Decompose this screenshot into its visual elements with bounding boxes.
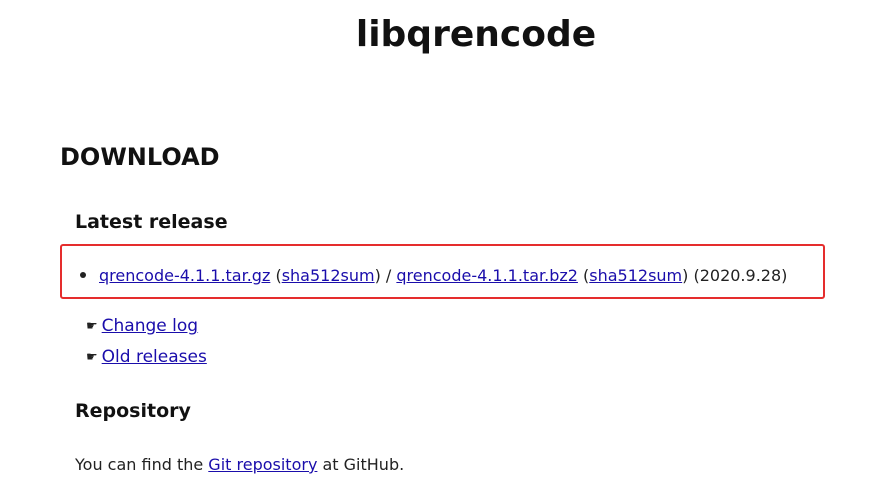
changelog-item: ☛ Change log <box>86 316 198 336</box>
download-heading: DOWNLOAD <box>60 143 220 171</box>
page: libqrencode DOWNLOAD Latest release qren… <box>0 0 870 487</box>
pointing-hand-icon: ☛ <box>86 350 98 365</box>
release-date: ) (2020.9.28) <box>682 266 788 285</box>
changelog-link[interactable]: Change log <box>102 316 198 336</box>
latest-release-heading: Latest release <box>75 211 228 233</box>
old-releases-item: ☛ Old releases <box>86 347 207 367</box>
download-tar-gz-link[interactable]: qrencode-4.1.1.tar.gz <box>99 266 270 285</box>
pointing-hand-icon: ☛ <box>86 319 98 334</box>
old-releases-link[interactable]: Old releases <box>102 347 207 367</box>
paren-open-2: ( <box>577 266 590 285</box>
repository-heading: Repository <box>75 400 191 422</box>
paren-open-1: ( <box>270 266 282 285</box>
latest-release-item: qrencode-4.1.1.tar.gz (sha512sum) / qren… <box>80 266 787 285</box>
sha512sum-bz2-link[interactable]: sha512sum <box>589 266 682 285</box>
repo-text-after: at GitHub. <box>317 455 405 474</box>
site-title: libqrencode <box>355 14 597 55</box>
bullet-icon <box>80 271 86 278</box>
separator-text: ) / <box>374 266 397 285</box>
repo-text-before: You can find the <box>75 455 209 474</box>
repository-text: You can find the Git repository at GitHu… <box>75 455 404 474</box>
git-repository-link[interactable]: Git repository <box>208 455 317 474</box>
sha512sum-gz-link[interactable]: sha512sum <box>282 266 375 285</box>
download-tar-bz2-link[interactable]: qrencode-4.1.1.tar.bz2 <box>396 266 578 285</box>
